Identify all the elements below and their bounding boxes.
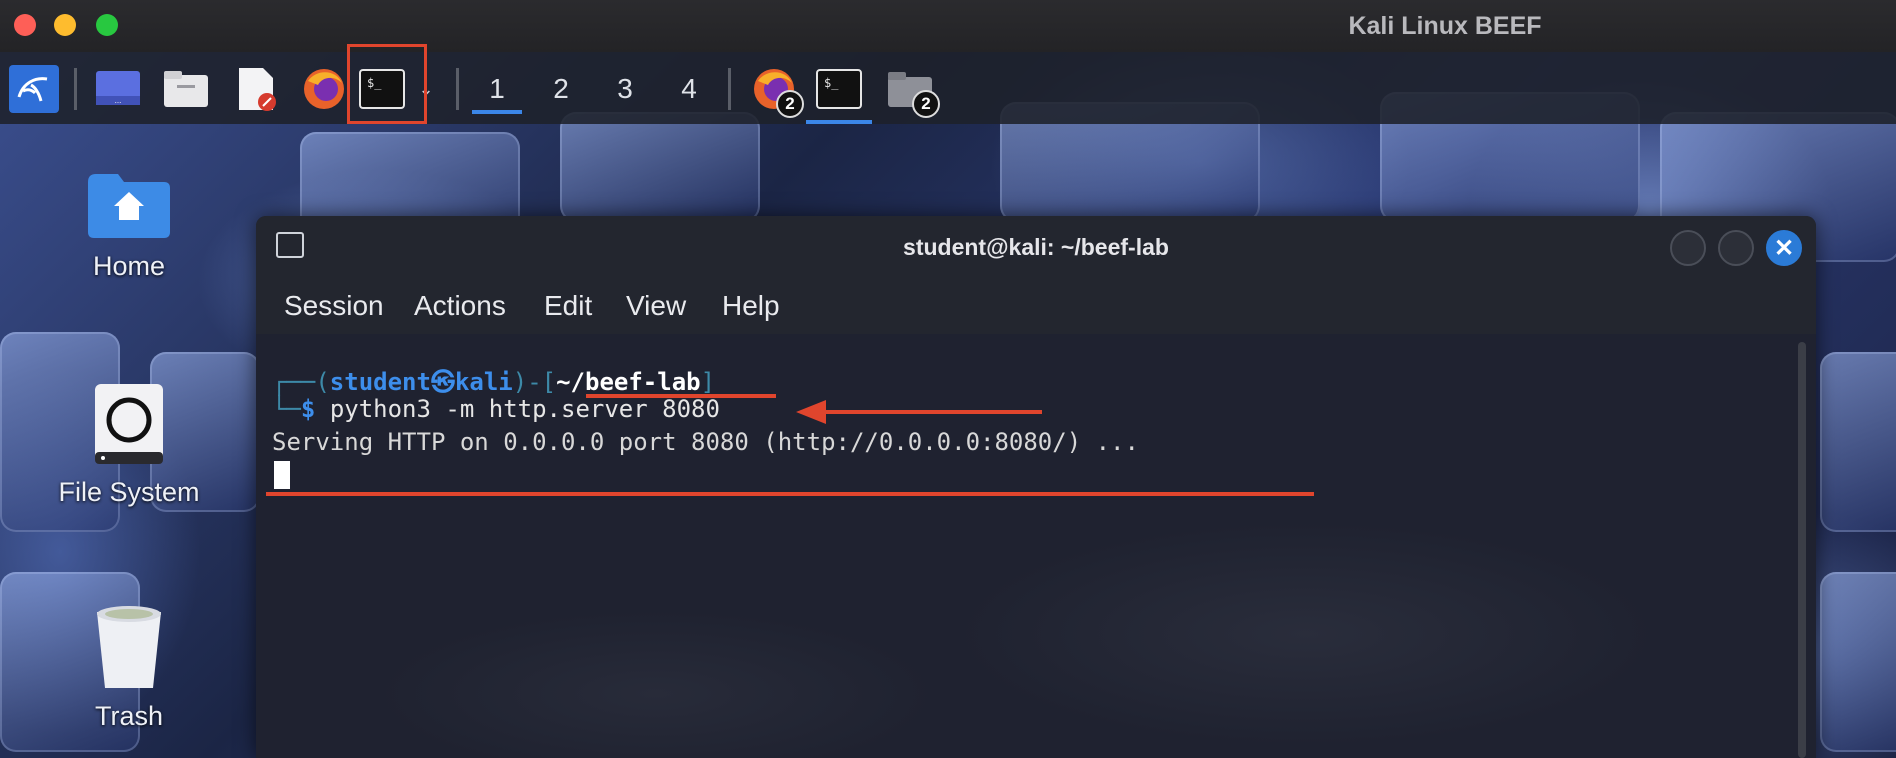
text-cursor bbox=[274, 461, 290, 489]
menu-view[interactable]: View bbox=[626, 290, 686, 322]
menu-session[interactable]: Session bbox=[284, 290, 384, 322]
workspace-4[interactable]: 4 bbox=[664, 64, 714, 114]
desktop-icon[interactable]: ... bbox=[92, 66, 144, 112]
menu-edit[interactable]: Edit bbox=[544, 290, 592, 322]
window-count-badge: 2 bbox=[776, 90, 804, 118]
prompt-line-1: ┌──(student㉿kali)-[~/beef-lab] bbox=[272, 368, 716, 396]
desktop-icon-label: File System bbox=[58, 477, 200, 507]
workspace-3[interactable]: 3 bbox=[600, 64, 650, 114]
file-manager-icon[interactable] bbox=[160, 66, 212, 112]
home-icon bbox=[88, 174, 170, 238]
svg-text:$_: $_ bbox=[824, 76, 839, 90]
scrollbar[interactable] bbox=[1798, 342, 1806, 758]
desktop-icon-label: Home bbox=[92, 251, 166, 281]
maximize-button[interactable] bbox=[1718, 230, 1754, 266]
minimize-window-button[interactable] bbox=[54, 14, 76, 36]
active-workspace-indicator bbox=[472, 110, 522, 114]
window-count-badge: 2 bbox=[912, 90, 940, 118]
svg-text:...: ... bbox=[115, 96, 122, 105]
running-folder[interactable]: 2 bbox=[884, 66, 940, 118]
annotation-highlight-box bbox=[347, 44, 427, 124]
desktop-home[interactable]: Home bbox=[54, 170, 204, 282]
terminal-title: student@kali: ~/beef-lab bbox=[903, 234, 1169, 260]
trash-icon bbox=[97, 606, 161, 688]
prompt-user: student㉿kali bbox=[329, 368, 513, 396]
desktop-file-system[interactable]: File System bbox=[54, 382, 204, 508]
workspace-2[interactable]: 2 bbox=[536, 64, 586, 114]
running-terminal[interactable]: $_ bbox=[806, 66, 872, 124]
desktop-trash[interactable]: Trash bbox=[54, 604, 204, 732]
minimize-button[interactable] bbox=[1670, 230, 1706, 266]
prompt-directory: ~/beef-lab bbox=[556, 368, 701, 396]
drive-icon bbox=[95, 384, 163, 464]
terminal-titlebar[interactable]: student@kali: ~/beef-lab ✕ bbox=[256, 216, 1816, 278]
menu-help[interactable]: Help bbox=[722, 290, 780, 322]
firefox-icon[interactable] bbox=[298, 66, 350, 112]
close-button[interactable]: ✕ bbox=[1766, 230, 1802, 266]
text-editor-icon[interactable] bbox=[230, 66, 282, 112]
annotation-arrow bbox=[796, 400, 1042, 424]
zoom-window-button[interactable] bbox=[96, 14, 118, 36]
window-title: Kali Linux BEEF bbox=[1348, 12, 1542, 40]
terminal-menubar: Session Actions Edit View Help bbox=[256, 278, 1816, 335]
command-text: python3 -m http.server 8080 bbox=[329, 395, 720, 423]
terminal-window[interactable]: student@kali: ~/beef-lab ✕ Session Actio… bbox=[256, 216, 1816, 758]
annotation-underline-directory bbox=[586, 394, 776, 398]
taskbar: ... $_ ⌄ 1 2 3 4 2 $_ 2 bbox=[0, 52, 1896, 124]
workspace-1[interactable]: 1 bbox=[472, 64, 522, 114]
annotation-underline-output bbox=[266, 492, 1314, 496]
close-window-button[interactable] bbox=[14, 14, 36, 36]
running-firefox[interactable]: 2 bbox=[748, 66, 804, 118]
terminal-icon: $_ bbox=[816, 69, 862, 109]
close-icon: ✕ bbox=[1773, 234, 1795, 262]
window-titlebar: Kali Linux BEEF bbox=[0, 0, 1896, 52]
active-task-indicator bbox=[806, 120, 872, 124]
desktop-icon-label: Trash bbox=[94, 701, 163, 731]
prompt-line-2: └─$ python3 -m http.server 8080 bbox=[272, 395, 720, 423]
kali-menu-icon[interactable] bbox=[8, 65, 60, 113]
server-output: Serving HTTP on 0.0.0.0 port 8080 (http:… bbox=[272, 428, 1139, 456]
menu-actions[interactable]: Actions bbox=[414, 290, 506, 322]
